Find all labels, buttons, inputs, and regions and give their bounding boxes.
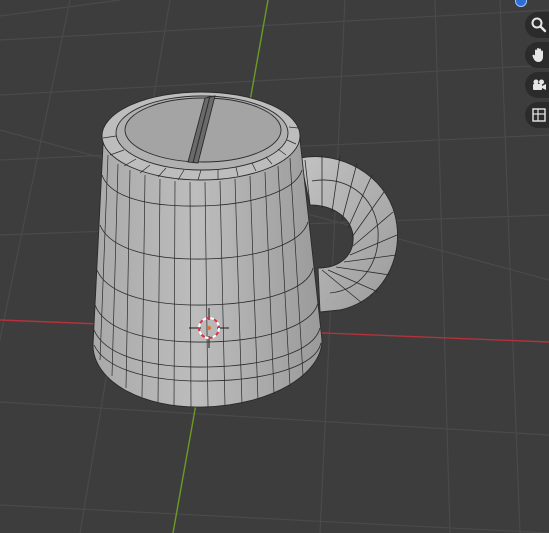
viewport-scene[interactable]: [0, 0, 549, 533]
toggle-perspective-button[interactable]: [525, 102, 549, 128]
zoom-button[interactable]: [525, 12, 549, 38]
zoom-icon: [531, 17, 547, 33]
3d-viewport[interactable]: [0, 0, 549, 533]
perspective-grid-icon: [531, 107, 547, 123]
pan-button[interactable]: [525, 42, 549, 68]
mug-mesh: [92, 91, 398, 408]
camera-view-button[interactable]: [525, 72, 549, 98]
pan-hand-icon: [531, 47, 547, 63]
camera-icon: [531, 77, 547, 93]
